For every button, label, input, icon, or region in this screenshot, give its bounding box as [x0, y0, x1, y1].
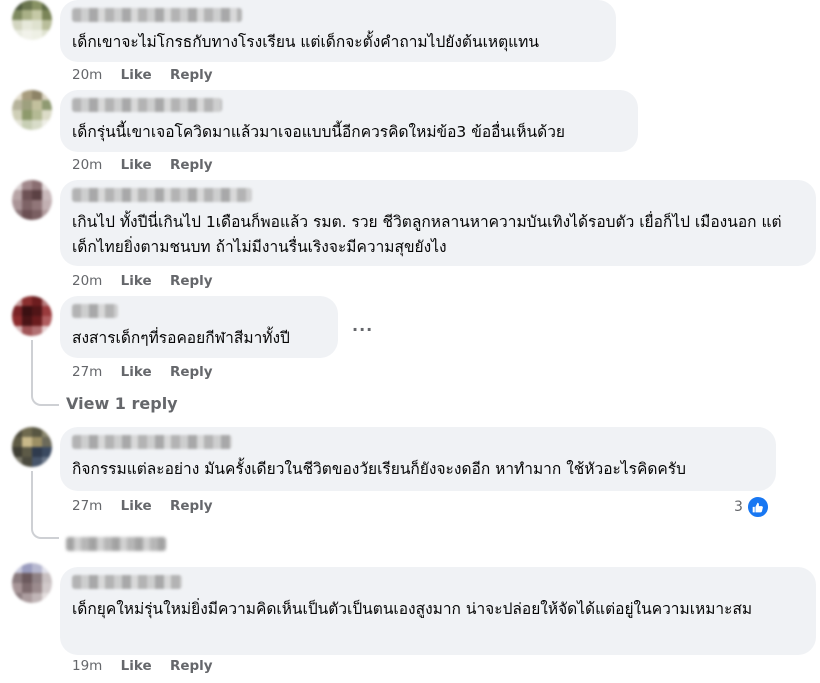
timestamp[interactable]: 20m: [72, 273, 102, 289]
timestamp[interactable]: 20m: [72, 67, 102, 83]
reaction-count: 3: [734, 499, 743, 515]
comment-text: เด็กเขาจะไม่โกรธกับทางโรงเรียน แต่เด็กจะ…: [72, 33, 539, 51]
reply-link[interactable]: Reply: [170, 157, 213, 173]
like-link[interactable]: Like: [121, 498, 152, 514]
thread-line: [31, 471, 33, 527]
avatar[interactable]: [12, 0, 52, 40]
comment-actions: 19m Like Reply: [72, 658, 227, 678]
reply-link[interactable]: Reply: [170, 498, 213, 514]
comment-text: เด็กยุคใหม่รุ่นใหม่ยิ่งมีความคิดเห็นเป็น…: [72, 600, 753, 618]
like-link[interactable]: Like: [121, 157, 152, 173]
thread-curve: [31, 525, 59, 539]
reply-link[interactable]: Reply: [170, 273, 213, 289]
commenter-name-blurred[interactable]: [72, 98, 222, 112]
comment-bubble: เด็กเขาจะไม่โกรธกับทางโรงเรียน แต่เด็กจะ…: [60, 0, 616, 62]
comment-actions: 20m Like Reply: [72, 273, 227, 293]
commenter-name-blurred[interactable]: [72, 8, 242, 22]
like-link[interactable]: Like: [121, 658, 152, 674]
timestamp[interactable]: 20m: [72, 157, 102, 173]
thread-line: [31, 340, 33, 394]
comment-text: สงสารเด็กๆที่รอคอยกีฬาสีมาทั้งปี: [72, 329, 290, 347]
more-options-icon[interactable]: ...: [352, 316, 373, 335]
reaction-summary[interactable]: 3: [734, 495, 770, 519]
avatar[interactable]: [12, 180, 52, 220]
timestamp[interactable]: 19m: [72, 658, 102, 674]
commenter-name-blurred[interactable]: [72, 188, 252, 202]
commenter-name-blurred[interactable]: [72, 304, 118, 318]
thumbs-up-icon: [745, 495, 770, 519]
comment-bubble: เด็กยุคใหม่รุ่นใหม่ยิ่งมีความคิดเห็นเป็น…: [60, 567, 816, 655]
comment-bubble: เด็กรุ่นนี้เขาเจอโควิดมาแล้วมาเจอแบบนี้อ…: [60, 90, 638, 152]
comment-text: กิจกรรมแต่ละอย่าง มันครั้งเดียวในชีวิตขอ…: [72, 460, 686, 478]
reply-link[interactable]: Reply: [170, 658, 213, 674]
commenter-name-blurred[interactable]: [72, 435, 232, 449]
avatar[interactable]: [12, 427, 52, 467]
comment-actions: 20m Like Reply: [72, 67, 227, 87]
comment-actions: 27m Like Reply: [72, 498, 227, 518]
commenter-name-blurred[interactable]: [72, 575, 182, 589]
comment-actions: 20m Like Reply: [72, 157, 227, 177]
comment-text: เด็กรุ่นนี้เขาเจอโควิดมาแล้วมาเจอแบบนี้อ…: [72, 123, 565, 141]
comment-text: เกินไป ทั้งปีนี่เกินไป 1เดือนก็พอแล้ว รม…: [72, 213, 782, 256]
comment-bubble: สงสารเด็กๆที่รอคอยกีฬาสีมาทั้งปี: [60, 296, 338, 358]
avatar[interactable]: [12, 563, 52, 603]
like-link[interactable]: Like: [121, 67, 152, 83]
like-link[interactable]: Like: [121, 273, 152, 289]
timestamp[interactable]: 27m: [72, 498, 102, 514]
reply-link[interactable]: Reply: [170, 364, 213, 380]
timestamp[interactable]: 27m: [72, 364, 102, 380]
avatar[interactable]: [12, 296, 52, 336]
thread-curve: [31, 392, 59, 406]
reply-link[interactable]: Reply: [170, 67, 213, 83]
view-replies-link[interactable]: View 1 reply: [66, 394, 178, 413]
comment-bubble: กิจกรรมแต่ละอย่าง มันครั้งเดียวในชีวิตขอ…: [60, 427, 776, 491]
comment-bubble: เกินไป ทั้งปีนี่เกินไป 1เดือนก็พอแล้ว รม…: [60, 180, 816, 266]
like-link[interactable]: Like: [121, 364, 152, 380]
view-replies-link-blurred[interactable]: [66, 537, 166, 551]
avatar[interactable]: [12, 90, 52, 130]
comment-actions: 27m Like Reply: [72, 364, 227, 384]
